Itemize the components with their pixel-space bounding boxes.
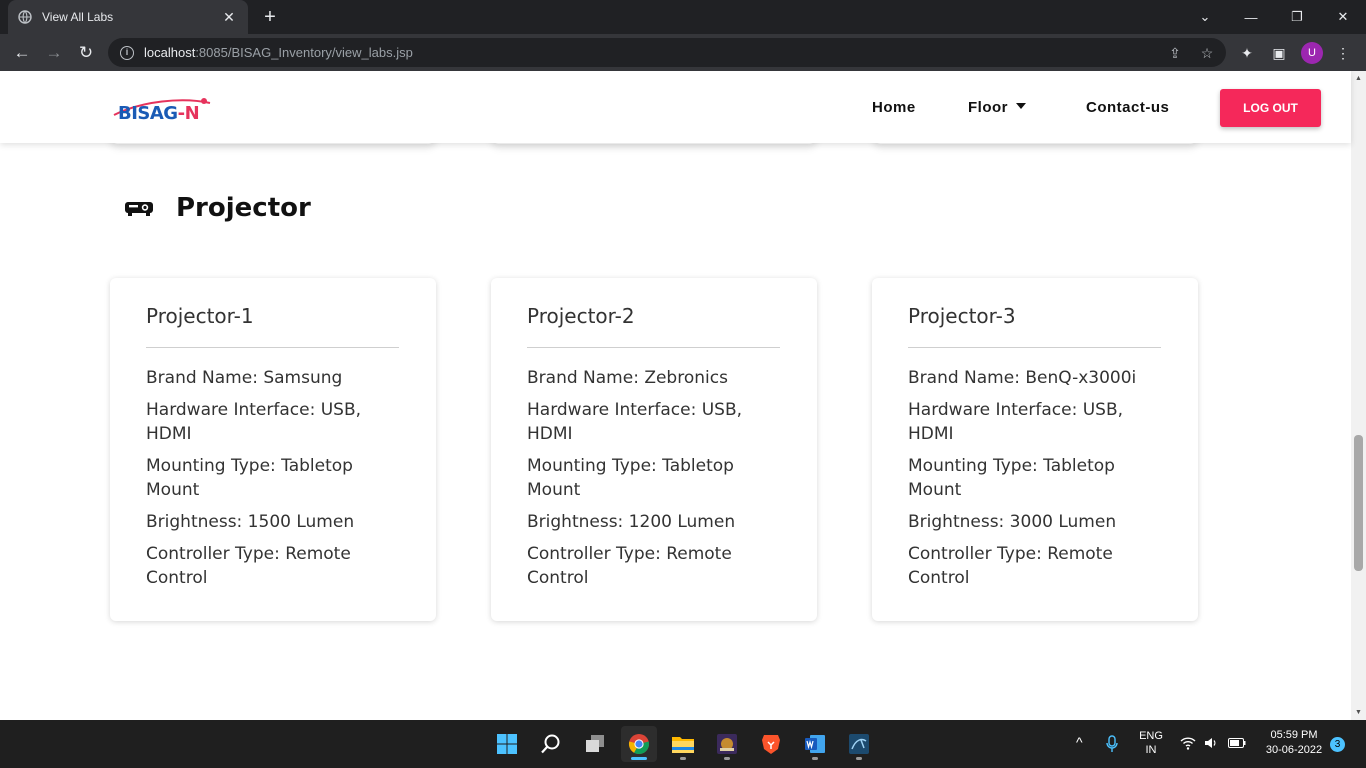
spec-mounting: Mounting Type: Tabletop Mount [146, 456, 353, 500]
game-app[interactable] [709, 726, 745, 762]
back-icon[interactable]: ← [9, 40, 35, 66]
notification-badge[interactable]: 3 [1330, 737, 1345, 752]
windows-icon [497, 734, 517, 754]
search-button[interactable] [533, 726, 569, 762]
task-view-icon [586, 735, 604, 752]
logo[interactable]: BISAG-N [112, 93, 214, 127]
divider [527, 347, 780, 348]
nav-contact[interactable]: Contact-us [1086, 99, 1169, 116]
logout-button[interactable]: LOG OUT [1220, 89, 1321, 127]
running-indicator [680, 757, 686, 760]
folder-icon [672, 737, 694, 753]
running-indicator [812, 757, 818, 760]
site-navbar: BISAG-N Home Floor Contact-us LOG OUT [0, 71, 1351, 143]
spec-brand: Brand Name: Zebronics [527, 368, 728, 388]
url-text: localhost:8085/BISAG_Inventory/view_labs… [144, 45, 413, 60]
brave-lion-icon [762, 735, 780, 754]
browser-tab-bar: View All Labs ✕ + ⌄ — ❐ ✕ [0, 0, 1366, 34]
browser-toolbar: ← → ↻ i localhost:8085/BISAG_Inventory/v… [0, 34, 1366, 71]
os-taskbar: ^ ENG IN 05:59 PM 30-06-2022 3 [0, 720, 1366, 768]
spec-interface: Hardware Interface: USB, HDMI [146, 400, 362, 444]
volume-icon[interactable] [1204, 736, 1218, 750]
spec-brightness: Brightness: 1500 Lumen [146, 512, 355, 532]
avatar[interactable]: U [1301, 42, 1323, 64]
spec-interface: Hardware Interface: USB, HDMI [527, 400, 743, 444]
spec-brand: Brand Name: Samsung [146, 368, 343, 388]
start-button[interactable] [489, 726, 525, 762]
game-icon [717, 734, 737, 754]
projector-icon [125, 202, 153, 216]
dolphin-icon [849, 734, 869, 754]
reload-icon[interactable]: ↻ [73, 40, 99, 66]
extensions-icon[interactable]: ✦ [1237, 43, 1257, 63]
word-icon [805, 735, 825, 753]
divider [908, 347, 1161, 348]
chrome-app[interactable] [621, 726, 657, 762]
share-icon[interactable]: ⇪ [1166, 44, 1184, 62]
microphone-icon[interactable] [1106, 735, 1118, 753]
caret-down-icon [1016, 103, 1026, 110]
search-icon [541, 734, 560, 754]
close-icon[interactable]: ✕ [220, 9, 238, 26]
spec-mounting: Mounting Type: Tabletop Mount [908, 456, 1115, 500]
running-indicator [631, 757, 647, 760]
chevron-down-icon[interactable]: ⌄ [1182, 0, 1228, 34]
mysql-workbench-app[interactable] [841, 726, 877, 762]
window-close-icon[interactable]: ✕ [1320, 0, 1366, 34]
section-header: Projector [124, 193, 311, 223]
forward-icon[interactable]: → [41, 40, 67, 66]
card-title: Projector-2 [527, 304, 635, 328]
spec-interface: Hardware Interface: USB, HDMI [908, 400, 1124, 444]
projector-card: Projector-2 Brand Name: Zebronics Hardwa… [491, 278, 817, 621]
tab-title: View All Labs [42, 10, 114, 24]
scroll-down-icon[interactable]: ▼ [1351, 705, 1366, 720]
spec-mounting: Mounting Type: Tabletop Mount [527, 456, 734, 500]
running-indicator [856, 757, 862, 760]
task-view-button[interactable] [577, 726, 613, 762]
minimize-icon[interactable]: — [1228, 0, 1274, 34]
nav-home[interactable]: Home [872, 99, 916, 116]
page-scrollbar[interactable]: ▲ ▼ [1351, 71, 1366, 720]
spec-controller: Controller Type: Remote Control [908, 544, 1113, 588]
scroll-thumb[interactable] [1354, 435, 1363, 571]
restore-icon[interactable]: ❐ [1274, 0, 1320, 34]
spec-brand: Brand Name: BenQ-x3000i [908, 368, 1137, 388]
page-viewport: BISAG-N Home Floor Contact-us LOG OUT Pr… [0, 71, 1366, 720]
more-menu-icon[interactable]: ⋮ [1333, 43, 1353, 63]
language-indicator[interactable]: ENG IN [1136, 730, 1166, 756]
divider [146, 347, 399, 348]
nav-floor-dropdown[interactable]: Floor [968, 99, 1026, 116]
battery-icon[interactable] [1228, 738, 1246, 748]
running-indicator [724, 757, 730, 760]
card-title: Projector-1 [146, 304, 254, 328]
brave-app[interactable] [753, 726, 789, 762]
file-explorer-app[interactable] [665, 726, 701, 762]
browser-tab[interactable]: View All Labs ✕ [8, 0, 248, 34]
spec-controller: Controller Type: Remote Control [527, 544, 732, 588]
globe-icon [18, 10, 32, 24]
card-title: Projector-3 [908, 304, 1016, 328]
wifi-icon[interactable] [1180, 736, 1196, 750]
spec-brightness: Brightness: 1200 Lumen [527, 512, 736, 532]
new-tab-icon[interactable]: + [258, 5, 282, 29]
spec-controller: Controller Type: Remote Control [146, 544, 351, 588]
star-icon[interactable]: ☆ [1198, 44, 1216, 62]
clock[interactable]: 05:59 PM 30-06-2022 [1254, 729, 1334, 756]
info-icon[interactable]: i [120, 45, 134, 60]
address-bar[interactable]: i localhost:8085/BISAG_Inventory/view_la… [108, 38, 1226, 67]
projector-card: Projector-3 Brand Name: BenQ-x3000i Hard… [872, 278, 1198, 621]
logo-text: BISAG-N [118, 103, 200, 124]
projector-card: Projector-1 Brand Name: Samsung Hardware… [110, 278, 436, 621]
section-title: Projector [176, 193, 311, 223]
chevron-up-icon[interactable]: ^ [1076, 734, 1083, 750]
scroll-up-icon[interactable]: ▲ [1351, 71, 1366, 86]
word-app[interactable] [797, 726, 833, 762]
side-panel-icon[interactable]: ▣ [1269, 43, 1289, 63]
spec-brightness: Brightness: 3000 Lumen [908, 512, 1117, 532]
chrome-icon [628, 734, 650, 755]
